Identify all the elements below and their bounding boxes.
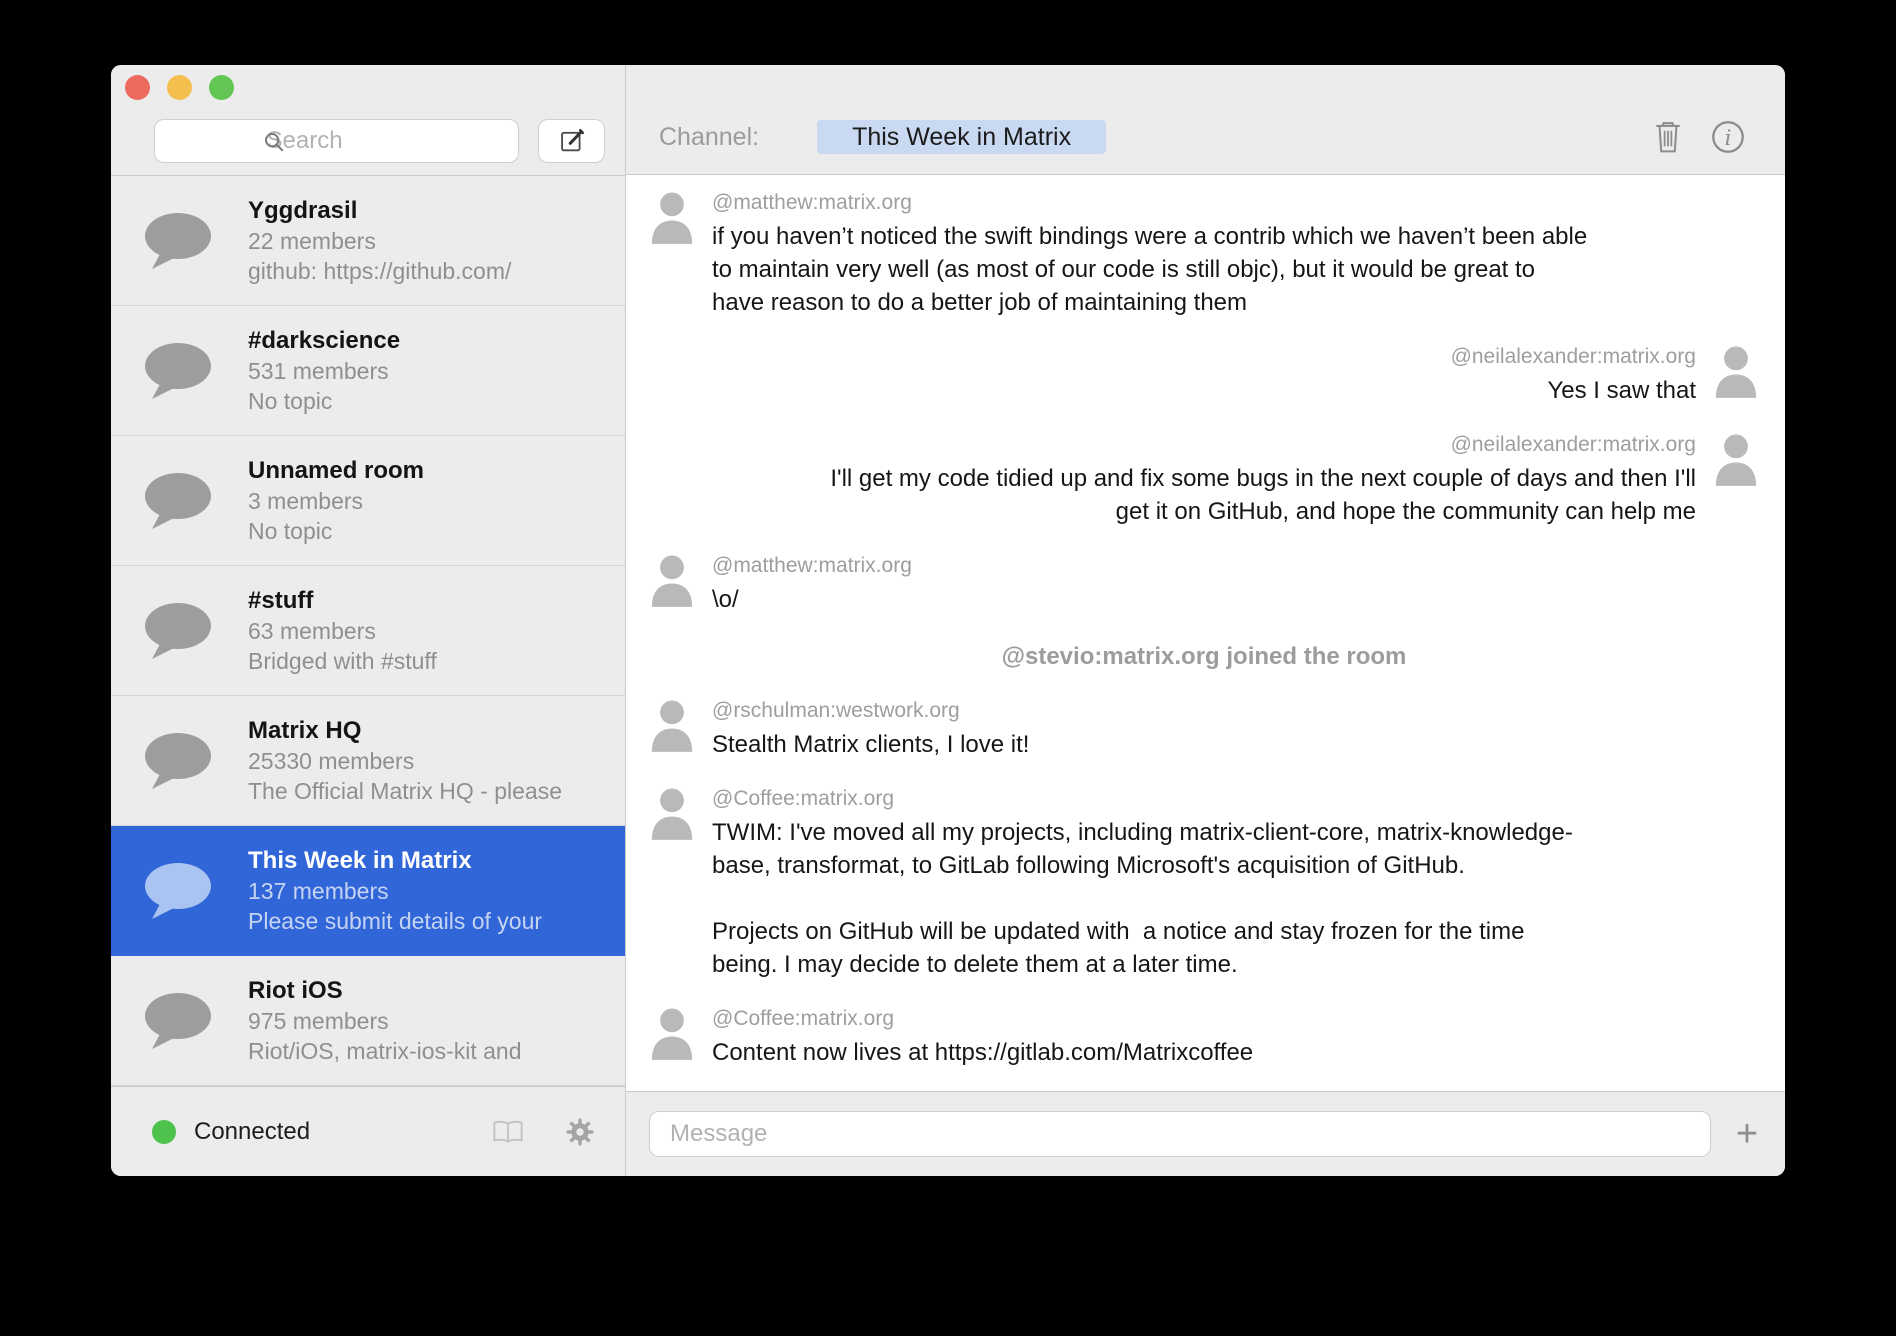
chat-message: @matthew:matrix.org if you haven’t notic… bbox=[649, 189, 1759, 319]
room-name: Unnamed room bbox=[248, 456, 424, 486]
chat-header: Channel: This Week in Matrix i bbox=[626, 65, 1785, 175]
message-text: Yes I saw that bbox=[649, 374, 1696, 407]
room-item-riot-ios[interactable]: Riot iOS 975 members Riot/iOS, matrix-io… bbox=[111, 956, 625, 1086]
room-topic: github: https://github.com/ bbox=[248, 256, 511, 286]
user-avatar bbox=[1713, 343, 1759, 399]
message-list: @matthew:matrix.org if you haven’t notic… bbox=[626, 175, 1785, 1091]
room-member-count: 3 members bbox=[248, 486, 424, 516]
connection-status-icon bbox=[152, 1120, 176, 1144]
message-sender: @matthew:matrix.org bbox=[712, 552, 1759, 580]
sidebar-header bbox=[111, 65, 625, 176]
window-controls bbox=[125, 75, 234, 100]
message-input[interactable] bbox=[668, 1119, 1692, 1149]
user-avatar bbox=[1713, 431, 1759, 487]
message-sender: @rschulman:westwork.org bbox=[712, 697, 1759, 725]
room-member-count: 975 members bbox=[248, 1006, 522, 1036]
room-list: Yggdrasil 22 members github: https://git… bbox=[111, 176, 625, 1086]
user-avatar bbox=[649, 1005, 695, 1061]
room-item-yggdrasil[interactable]: Yggdrasil 22 members github: https://git… bbox=[111, 176, 625, 306]
room-item-unnamed-room[interactable]: Unnamed room 3 members No topic bbox=[111, 436, 625, 566]
connection-status-label: Connected bbox=[194, 1118, 310, 1146]
room-event-text: @stevio:matrix.org joined the room bbox=[649, 640, 1759, 673]
app-window: Yggdrasil 22 members github: https://git… bbox=[111, 65, 1785, 1176]
search-input[interactable] bbox=[265, 126, 469, 156]
user-avatar bbox=[649, 552, 695, 608]
room-topic: Please submit details of your bbox=[248, 906, 542, 936]
room-item-stuff[interactable]: #stuff 63 members Bridged with #stuff bbox=[111, 566, 625, 696]
info-icon[interactable]: i bbox=[1711, 120, 1745, 154]
room-topic: The Official Matrix HQ - please bbox=[248, 776, 562, 806]
room-item-matrix-hq[interactable]: Matrix HQ 25330 members The Official Mat… bbox=[111, 696, 625, 826]
room-name: This Week in Matrix bbox=[248, 846, 542, 876]
room-member-count: 22 members bbox=[248, 226, 511, 256]
user-avatar bbox=[649, 697, 695, 753]
room-bubble-avatar bbox=[143, 341, 213, 401]
chat-message: @neilalexander:matrix.org I'll get my co… bbox=[649, 431, 1759, 528]
message-text: TWIM: I've moved all my projects, includ… bbox=[712, 816, 1759, 981]
chat-message: @rschulman:westwork.org Stealth Matrix c… bbox=[649, 697, 1759, 761]
compose-button[interactable] bbox=[538, 119, 605, 163]
room-bubble-avatar bbox=[143, 601, 213, 661]
room-bubble-avatar bbox=[143, 861, 213, 921]
message-text: I'll get my code tidied up and fix some … bbox=[649, 462, 1696, 528]
room-topic: Bridged with #stuff bbox=[248, 646, 437, 676]
room-topic: No topic bbox=[248, 516, 424, 546]
user-avatar bbox=[649, 189, 695, 245]
chat-message: @neilalexander:matrix.org Yes I saw that bbox=[649, 343, 1759, 407]
room-name: Matrix HQ bbox=[248, 716, 562, 746]
message-sender: @Coffee:matrix.org bbox=[712, 1005, 1759, 1033]
room-member-count: 137 members bbox=[248, 876, 542, 906]
room-name: Riot iOS bbox=[248, 976, 522, 1006]
svg-text:i: i bbox=[1725, 126, 1732, 151]
sidebar: Yggdrasil 22 members github: https://git… bbox=[111, 65, 625, 1176]
room-item-darkscience[interactable]: #darkscience 531 members No topic bbox=[111, 306, 625, 436]
search-field[interactable] bbox=[154, 119, 519, 163]
room-name: #stuff bbox=[248, 586, 437, 616]
room-topic: No topic bbox=[248, 386, 400, 416]
room-bubble-avatar bbox=[143, 731, 213, 791]
chat-message: @Coffee:matrix.org Content now lives at … bbox=[649, 1005, 1759, 1069]
room-name: Yggdrasil bbox=[248, 196, 511, 226]
channel-name-chip[interactable]: This Week in Matrix bbox=[817, 120, 1106, 154]
zoom-button[interactable] bbox=[209, 75, 234, 100]
room-member-count: 25330 members bbox=[248, 746, 562, 776]
room-bubble-avatar bbox=[143, 991, 213, 1051]
room-name: #darkscience bbox=[248, 326, 400, 356]
compose-icon bbox=[558, 127, 586, 155]
composer-bar: + bbox=[626, 1091, 1785, 1176]
settings-gear-icon[interactable] bbox=[565, 1117, 595, 1147]
room-item-this-week-in-matrix[interactable]: This Week in Matrix 137 members Please s… bbox=[111, 826, 625, 956]
minimize-button[interactable] bbox=[167, 75, 192, 100]
message-sender: @matthew:matrix.org bbox=[712, 189, 1759, 217]
message-field[interactable] bbox=[649, 1111, 1711, 1157]
message-text: \o/ bbox=[712, 583, 1759, 616]
chat-message: @Coffee:matrix.org TWIM: I've moved all … bbox=[649, 785, 1759, 981]
room-member-count: 531 members bbox=[248, 356, 400, 386]
attach-plus-button[interactable]: + bbox=[1725, 1112, 1769, 1156]
message-sender: @neilalexander:matrix.org bbox=[649, 343, 1696, 371]
chat-message: @matthew:matrix.org \o/ bbox=[649, 552, 1759, 616]
close-button[interactable] bbox=[125, 75, 150, 100]
trash-icon[interactable] bbox=[1653, 120, 1683, 154]
message-sender: @neilalexander:matrix.org bbox=[649, 431, 1696, 459]
directory-book-icon[interactable] bbox=[491, 1119, 525, 1145]
search-icon bbox=[263, 131, 285, 153]
room-member-count: 63 members bbox=[248, 616, 437, 646]
message-text: Content now lives at https://gitlab.com/… bbox=[712, 1036, 1759, 1069]
message-sender: @Coffee:matrix.org bbox=[712, 785, 1759, 813]
room-bubble-avatar bbox=[143, 471, 213, 531]
room-bubble-avatar bbox=[143, 211, 213, 271]
message-text: if you haven’t noticed the swift binding… bbox=[712, 220, 1759, 319]
chat-panel: Channel: This Week in Matrix i bbox=[625, 65, 1785, 1176]
room-topic: Riot/iOS, matrix-ios-kit and bbox=[248, 1036, 522, 1066]
message-text: Stealth Matrix clients, I love it! bbox=[712, 728, 1759, 761]
status-bar: Connected bbox=[111, 1086, 625, 1176]
user-avatar bbox=[649, 785, 695, 841]
channel-label: Channel: bbox=[659, 120, 759, 154]
